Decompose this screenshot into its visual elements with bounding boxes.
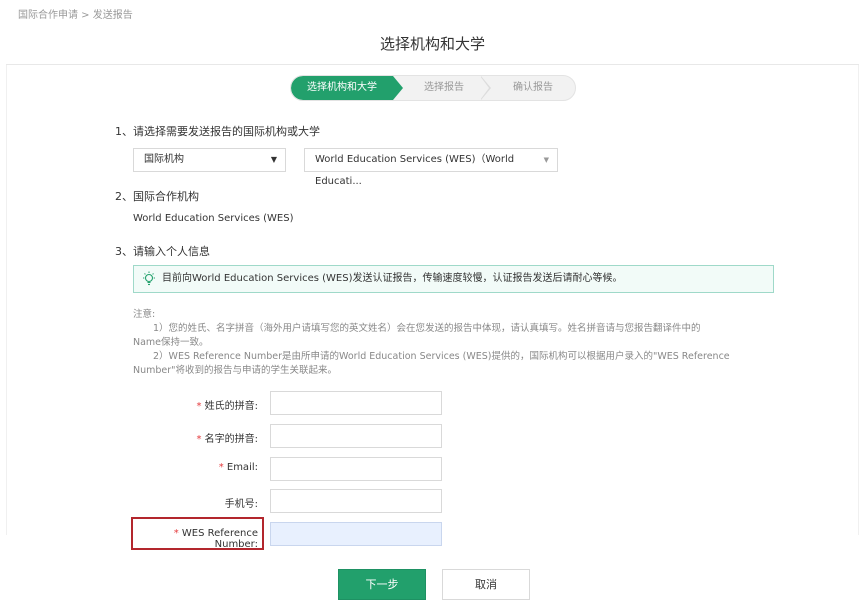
organization-select[interactable]: World Education Services (WES)（World Edu… (304, 148, 558, 187)
note-2-continued: Number"将收到的报告与申请的学生关联起来。 (133, 365, 338, 376)
dropdown-arrow-icon: ▼ (543, 156, 549, 164)
required-star: * (218, 462, 224, 473)
phone-label: 手机号: (224, 499, 258, 510)
note-1: 1）您的姓氏、名字拼音（海外用户请填写您的英文姓名）会在您发送的报告中体现，请认… (153, 323, 701, 334)
given-name-label-text: 名字的拼音: (204, 434, 258, 445)
surname-pinyin-input[interactable] (270, 391, 442, 415)
cancel-button[interactable]: 取消 (442, 569, 530, 600)
note-2: 2）WES Reference Number是由所申请的World Educat… (153, 351, 730, 362)
institution-type-value: 国际机构 (144, 154, 184, 165)
notes-title: 注意: (133, 309, 156, 320)
section-3-heading: 3、请输入个人信息 (115, 245, 210, 258)
step-indicator: 选择机构和大学 选择报告 确认报告 (290, 75, 576, 101)
next-step-button[interactable]: 下一步 (338, 569, 426, 600)
section-1-heading: 1、请选择需要发送报告的国际机构或大学 (115, 125, 320, 138)
page-title: 选择机构和大学 (379, 35, 485, 53)
surname-label: * 姓氏的拼音: (130, 397, 258, 412)
notes-block: 注意: 1）您的姓氏、名字拼音（海外用户请填写您的英文姓名）会在您发送的报告中体… (133, 308, 743, 378)
institution-type-select[interactable]: 国际机构 ▼ (133, 148, 286, 172)
wes-reference-input[interactable] (270, 522, 442, 546)
section-2-heading: 2、国际合作机构 (115, 190, 199, 203)
wes-label-highlight-box (131, 517, 264, 550)
breadcrumb: 国际合作申请 > 发送报告 (18, 10, 133, 21)
organization-name: World Education Services (WES) (133, 213, 294, 224)
step-select-institution: 选择机构和大学 (291, 76, 393, 100)
lightbulb-icon (143, 271, 155, 286)
step-separator-inner (480, 76, 489, 100)
given-name-pinyin-input[interactable] (270, 424, 442, 448)
required-star: * (196, 401, 202, 412)
step-confirm-report: 确认报告 (513, 82, 553, 93)
given-name-label: * 名字的拼音: (130, 430, 258, 445)
step-1-arrow (393, 76, 403, 100)
email-label-text: Email: (226, 462, 258, 473)
note-1-continued: Name保持一致。 (133, 337, 209, 348)
surname-label-text: 姓氏的拼音: (204, 401, 258, 412)
required-star: * (196, 434, 202, 445)
email-input[interactable] (270, 457, 442, 481)
email-label: * Email: (130, 462, 258, 473)
dropdown-arrow-icon: ▼ (270, 155, 277, 164)
notice-text: 目前向World Education Services (WES)发送认证报告，… (162, 273, 623, 284)
step-select-report: 选择报告 (424, 82, 464, 93)
notice-banner: 目前向World Education Services (WES)发送认证报告，… (133, 265, 774, 293)
phone-input[interactable] (270, 489, 442, 513)
